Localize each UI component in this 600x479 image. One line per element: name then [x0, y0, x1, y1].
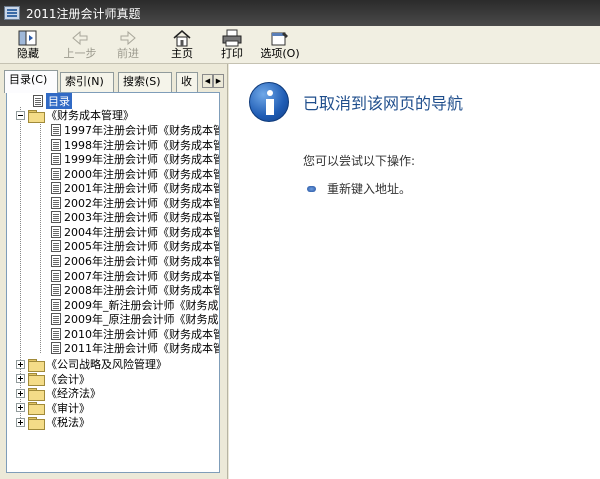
folder-icon [28, 358, 45, 372]
toolbar: 隐藏 上一步 前进 主页 打印 选项(O) [0, 26, 600, 64]
folder-icon [28, 373, 45, 387]
tree-item[interactable]: 1999年注册会计师《财务成本管 [51, 152, 219, 166]
back-arrow-icon [70, 28, 90, 47]
document-icon [51, 254, 61, 267]
tree-item[interactable]: 2008年注册会计师《财务成本管 [51, 283, 219, 297]
tab-scroll-arrows: ◀ ▶ [202, 74, 224, 88]
tree-item[interactable]: 1997年注册会计师《财务成本管 [51, 123, 219, 137]
document-icon [51, 284, 61, 297]
tree-item-label: 2011年注册会计师《财务成本管 [64, 342, 220, 356]
expand-icon[interactable] [16, 359, 25, 369]
tree-item[interactable]: 2004年注册会计师《财务成本管 [51, 225, 219, 239]
tree-item[interactable]: 1998年注册会计师《财务成本管 [51, 138, 219, 152]
tree-group-collapsed[interactable]: 《会计》 [16, 372, 90, 387]
tree-guide-line [40, 119, 41, 353]
document-icon [51, 211, 61, 224]
tree-item[interactable]: 2007年注册会计师《财务成本管 [51, 269, 219, 283]
navigation-canceled-title: 已取消到该网页的导航 [303, 94, 464, 113]
document-icon [51, 124, 61, 136]
hide-label: 隐藏 [17, 47, 39, 60]
tab-index[interactable]: 索引(N) [60, 72, 114, 92]
tree-item-label: 《财务成本管理》 [46, 109, 134, 122]
tree-group-collapsed[interactable]: 《税法》 [16, 415, 90, 430]
tree-item[interactable]: 2010年注册会计师《财务成本管 [51, 327, 219, 341]
document-icon [51, 153, 61, 166]
tab-scroll-right-icon[interactable]: ▶ [213, 74, 224, 88]
nav-tabs: 目录(C) 索引(N) 搜索(S) 收 ◀ ▶ [4, 70, 224, 93]
tree-item-label: 《税法》 [46, 416, 90, 430]
document-icon [51, 182, 61, 195]
tree-item[interactable]: 2000年注册会计师《财务成本管 [51, 167, 219, 181]
tab-scroll-left-icon[interactable]: ◀ [202, 74, 213, 88]
print-button[interactable]: 打印 [208, 28, 256, 62]
document-icon [51, 225, 61, 238]
options-icon [269, 28, 291, 47]
document-icon [51, 240, 61, 253]
folder-open-icon [28, 109, 45, 123]
printer-icon [221, 28, 243, 47]
tree-item[interactable]: 2005年注册会计师《财务成本管 [51, 239, 219, 253]
expand-icon[interactable] [16, 417, 25, 427]
document-icon [51, 269, 61, 282]
document-icon [51, 167, 61, 180]
folder-icon [28, 387, 45, 401]
document-icon [51, 327, 61, 340]
document-icon [51, 313, 61, 326]
tree-item[interactable]: 2006年注册会计师《财务成本管 [51, 254, 219, 268]
help-app-icon [4, 6, 20, 20]
tree-group-collapsed[interactable]: 《审计》 [16, 401, 90, 416]
tree-group-collapsed[interactable]: 《公司战略及风险管理》 [16, 357, 167, 372]
contents-tree: 目录 《财务成本管理》 1997年注册会计师《财务成本管 1998年注册会计师《财… [6, 92, 220, 473]
suggestion-text: 您可以尝试以下操作: [303, 154, 416, 168]
expand-icon[interactable] [16, 374, 25, 384]
folder-icon [28, 416, 45, 430]
expand-icon[interactable] [16, 403, 25, 413]
content-pane: 已取消到该网页的导航 您可以尝试以下操作: 重新键入地址。 [229, 64, 600, 479]
collapse-icon[interactable] [16, 110, 25, 120]
title-bar: 2011注册会计师真题 [0, 0, 600, 26]
navigation-pane: 目录(C) 索引(N) 搜索(S) 收 ◀ ▶ 目录 《财务成本管理》 1997… [0, 64, 228, 479]
tree-item[interactable]: 2011年注册会计师《财务成本管 [51, 341, 220, 356]
retype-address-option: 重新键入地址。 [327, 182, 412, 196]
tree-group-expanded[interactable]: 《财务成本管理》 [16, 108, 134, 123]
document-icon [51, 138, 61, 151]
options-label: 选项(O) [260, 47, 300, 60]
document-icon [51, 342, 61, 355]
hide-button[interactable]: 隐藏 [4, 28, 52, 62]
options-button[interactable]: 选项(O) [256, 28, 304, 62]
forward-button[interactable]: 前进 [104, 28, 152, 62]
home-icon [172, 28, 192, 47]
print-label: 打印 [221, 47, 243, 60]
info-icon [249, 82, 289, 122]
document-icon [33, 95, 43, 107]
hide-pane-icon [17, 28, 39, 47]
window-title: 2011注册会计师真题 [26, 6, 141, 21]
tree-group-collapsed[interactable]: 《经济法》 [16, 386, 101, 401]
expand-icon[interactable] [16, 388, 25, 398]
tree-item[interactable]: 2001年注册会计师《财务成本管 [51, 181, 219, 195]
forward-label: 前进 [117, 47, 139, 60]
tree-item[interactable]: 2009年_新注册会计师《财务成 [51, 298, 219, 312]
tab-contents[interactable]: 目录(C) [4, 70, 58, 93]
tree-root-item[interactable]: 目录 [33, 93, 72, 109]
tab-search[interactable]: 搜索(S) [118, 72, 172, 92]
tab-favorites[interactable]: 收 [176, 72, 198, 92]
document-icon [51, 298, 61, 311]
folder-icon [28, 402, 45, 416]
home-label: 主页 [171, 47, 193, 60]
forward-arrow-icon [118, 28, 138, 47]
bullet-icon [307, 186, 316, 192]
document-icon [51, 196, 61, 209]
tree-item[interactable]: 2009年_原注册会计师《财务成 [51, 312, 219, 326]
tree-item[interactable]: 2003年注册会计师《财务成本管 [51, 210, 219, 224]
home-button[interactable]: 主页 [158, 28, 206, 62]
back-label: 上一步 [63, 47, 97, 60]
back-button[interactable]: 上一步 [56, 28, 104, 62]
tree-item[interactable]: 2002年注册会计师《财务成本管 [51, 196, 219, 210]
